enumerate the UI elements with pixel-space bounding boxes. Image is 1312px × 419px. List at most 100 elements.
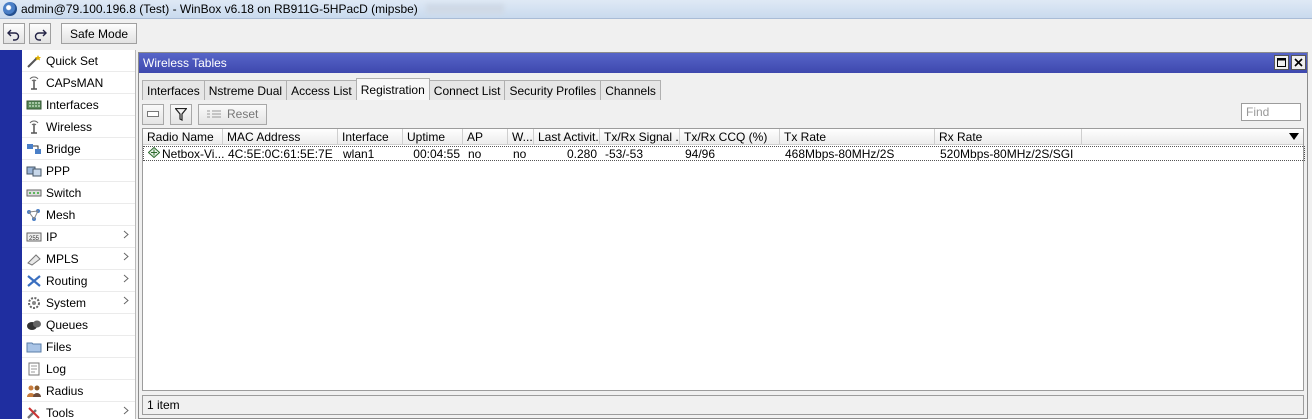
sidebar-item-system[interactable]: System: [22, 292, 135, 314]
column-header[interactable]: Tx Rate: [780, 129, 935, 145]
column-header[interactable]: Interface: [338, 129, 403, 145]
tab-security-profiles[interactable]: Security Profiles: [504, 80, 602, 100]
cell-uptime: 00:04:55: [404, 147, 464, 160]
table-row[interactable]: Netbox-Vi... 4C:5E:0C:61:5E:7E wlan1 00:04:…: [143, 146, 1305, 161]
antenna-icon: [26, 120, 42, 134]
tab-channels[interactable]: Channels: [600, 80, 661, 100]
filter-icon: [175, 107, 187, 121]
sidebar-item-label: Radius: [46, 383, 84, 398]
submenu-arrow-icon: [123, 252, 129, 264]
sidebar-item-mesh[interactable]: Mesh: [22, 204, 135, 226]
table-body: Netbox-Vi... 4C:5E:0C:61:5E:7E wlan1 00:04:…: [143, 146, 1305, 161]
sidebar-item-bridge[interactable]: Bridge: [22, 138, 135, 160]
sidebar-item-log[interactable]: Log: [22, 358, 135, 380]
reset-list-icon: [207, 110, 221, 118]
sidebar-item-label: Bridge: [46, 141, 81, 156]
column-header[interactable]: Tx/Rx CCQ (%): [680, 129, 780, 145]
submenu-arrow-icon: [123, 296, 129, 308]
column-menu-icon[interactable]: [1289, 132, 1299, 142]
column-header-label: MAC Address: [227, 130, 301, 144]
column-header-label: Last Activit...: [538, 130, 600, 144]
status-bar: 1 item: [142, 395, 1304, 415]
mpls-icon: [26, 252, 42, 266]
column-header-label: Tx Rate: [784, 130, 827, 144]
sidebar-menu: Quick Set CAPsMAN Interfaces Wireless Bridge…: [22, 50, 136, 419]
routing-icon: [26, 274, 42, 288]
switch-icon: [26, 186, 42, 200]
wireless-tables-window: Wireless Tables Interfaces Nstreme Dual Ac…: [138, 52, 1308, 419]
undo-button[interactable]: [3, 23, 25, 44]
maximize-button[interactable]: [1274, 55, 1289, 70]
tab-nstreme-dual[interactable]: Nstreme Dual: [203, 80, 288, 100]
sidebar-item-ip[interactable]: 255 IP: [22, 226, 135, 248]
column-header[interactable]: Uptime: [403, 129, 463, 145]
sidebar-item-label: Routing: [46, 273, 88, 288]
column-header[interactable]: Radio Name/: [143, 129, 223, 145]
sidebar-item-files[interactable]: Files: [22, 336, 135, 358]
cell-text: 00:04:55: [413, 147, 460, 160]
bridge-icon: [26, 142, 42, 156]
filter-button[interactable]: [170, 103, 192, 125]
column-header-label: AP: [467, 130, 484, 144]
cell-radio-name: Netbox-Vi...: [144, 147, 224, 160]
remove-button[interactable]: [142, 103, 164, 125]
column-header-label: Rx Rate: [939, 130, 983, 144]
column-header[interactable]: AP: [463, 129, 508, 145]
sidebar-item-capsman[interactable]: CAPsMAN: [22, 72, 135, 94]
redo-button[interactable]: [29, 23, 51, 44]
sidebar-item-quick-set[interactable]: Quick Set: [22, 50, 135, 72]
tab-access-list[interactable]: Access List: [286, 80, 357, 100]
cell-text: Netbox-Vi...: [162, 147, 224, 160]
users-icon: [26, 384, 42, 398]
reset-label: Reset: [227, 107, 259, 121]
log-icon: [26, 362, 42, 376]
sidebar-item-switch[interactable]: Switch: [22, 182, 135, 204]
column-header-label: Tx/Rx CCQ (%): [684, 130, 768, 144]
column-header[interactable]: W...: [508, 129, 534, 145]
reset-button[interactable]: Reset: [198, 103, 268, 125]
ppp-icon: [26, 164, 42, 178]
gear-icon: [26, 296, 42, 310]
sidebar-item-tools[interactable]: Tools: [22, 402, 135, 419]
cell-rx-rate: 520Mbps-80MHz/2S/SGI: [936, 147, 1083, 160]
sidebar-item-routing[interactable]: Routing: [22, 270, 135, 292]
app-title: admin@79.100.196.8 (Test) - WinBox v6.18…: [21, 2, 418, 16]
sidebar-item-label: Switch: [46, 185, 82, 200]
sidebar-item-wireless[interactable]: Wireless: [22, 116, 135, 138]
column-header-label: W...: [512, 130, 533, 144]
sidebar-item-mpls[interactable]: MPLS: [22, 248, 135, 270]
cell-text: no: [468, 147, 482, 160]
tab-interfaces[interactable]: Interfaces: [142, 80, 205, 100]
window-titlebar: Wireless Tables: [139, 53, 1307, 73]
column-header[interactable]: MAC Address: [223, 129, 338, 145]
sidebar-item-queues[interactable]: Queues: [22, 314, 135, 336]
redo-icon: [34, 29, 47, 41]
sidebar-item-label: Mesh: [46, 207, 76, 222]
antenna-icon: [26, 76, 42, 90]
close-button[interactable]: [1291, 55, 1306, 70]
column-header[interactable]: Rx Rate: [935, 129, 1082, 145]
sidebar-item-radius[interactable]: Radius: [22, 380, 135, 402]
safe-mode-button[interactable]: Safe Mode: [61, 23, 138, 44]
submenu-arrow-icon: [123, 274, 129, 286]
cell-interface: wlan1: [339, 147, 404, 160]
submenu-arrow-icon: [123, 406, 129, 418]
cell-text: wlan1: [343, 147, 375, 160]
minus-icon: [147, 111, 159, 117]
tab-connect-list[interactable]: Connect List: [428, 80, 506, 100]
winbox-app-icon: [3, 2, 17, 16]
redacted-title-text: [425, 4, 504, 14]
cell-signal: -53/-53: [601, 147, 681, 160]
column-header-label: Radio Name: [147, 130, 214, 144]
undo-icon: [7, 29, 20, 41]
column-header-label: Interface: [342, 130, 389, 144]
svg-text:255: 255: [29, 236, 40, 242]
column-header[interactable]: Last Activit...: [534, 129, 600, 145]
sidebar-item-interfaces[interactable]: Interfaces: [22, 94, 135, 116]
main-toolbar: Safe Mode: [0, 20, 1312, 47]
column-header[interactable]: Tx/Rx Signal ...: [600, 129, 680, 145]
tab-registration[interactable]: Registration: [355, 78, 430, 100]
sidebar-item-ppp[interactable]: PPP: [22, 160, 135, 182]
folder-icon: [26, 340, 42, 354]
find-input[interactable]: Find: [1241, 103, 1301, 121]
